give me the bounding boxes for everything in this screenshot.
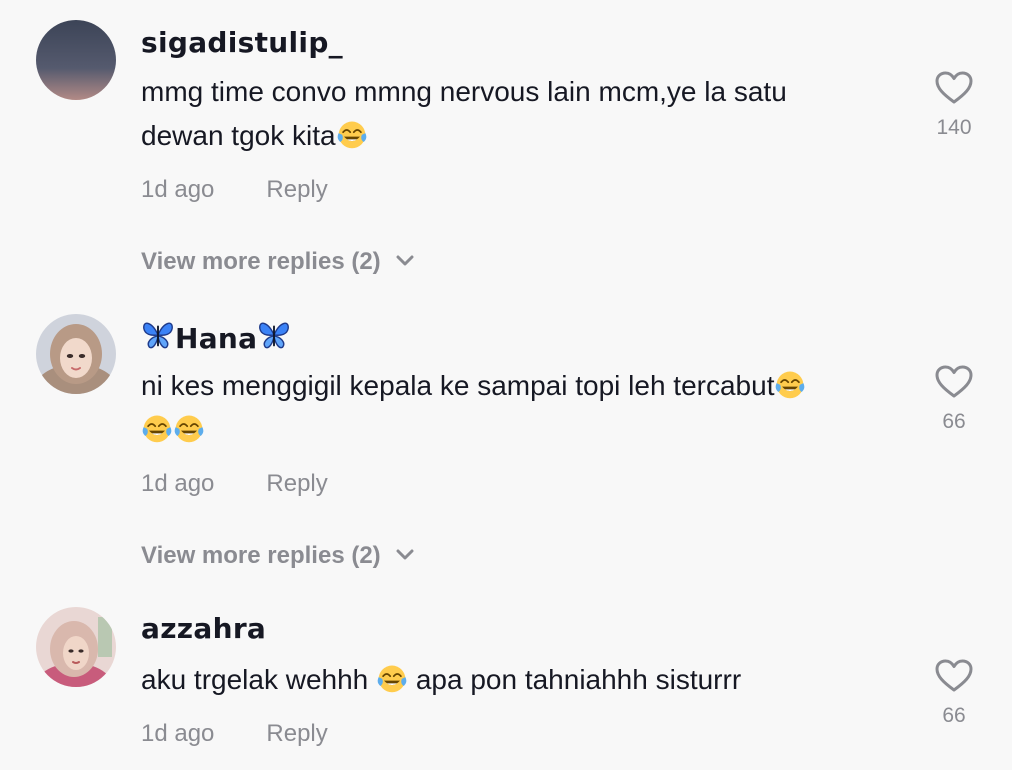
- comment-text-line: aku trgelak wehhh: [141, 664, 377, 695]
- like-button[interactable]: 66: [918, 658, 990, 728]
- like-count: 66: [942, 704, 966, 727]
- like-button[interactable]: 66: [918, 364, 990, 434]
- like-count: 66: [942, 410, 966, 433]
- heart-outline-icon: [934, 70, 974, 106]
- chevron-down-icon: [395, 549, 415, 561]
- comment-text-line: ni kes menggigil kepala ke sampai topi l…: [141, 370, 775, 401]
- comment-meta: 1d ago Reply: [141, 720, 328, 748]
- butterfly-icon: [257, 318, 291, 352]
- username[interactable]: Hana: [141, 318, 291, 355]
- laughing-emoji-icon: [376, 662, 408, 694]
- comment-text: ni kes menggigil kepala ke sampai topi l…: [141, 364, 911, 452]
- view-more-replies-button[interactable]: View more replies (2): [141, 542, 415, 570]
- username-text: Hana: [175, 322, 258, 355]
- username-text: sigadistulip_: [141, 26, 343, 59]
- username[interactable]: sigadistulip_: [141, 26, 343, 59]
- username-text: azzahra: [141, 612, 267, 645]
- laughing-emoji-icon: [774, 368, 806, 400]
- comment-text-line: dewan tgok kita: [141, 120, 336, 151]
- view-more-replies-button[interactable]: View more replies (2): [141, 248, 415, 276]
- comment-meta: 1d ago Reply: [141, 176, 328, 204]
- avatar[interactable]: [36, 607, 116, 687]
- reply-button[interactable]: Reply: [266, 176, 327, 204]
- chevron-down-icon: [395, 255, 415, 267]
- comment-text: aku trgelak wehhh apa pon tahniahhh sist…: [141, 658, 911, 702]
- view-more-label: View more replies (2): [141, 248, 381, 275]
- heart-outline-icon: [934, 364, 974, 400]
- reply-button[interactable]: Reply: [266, 470, 327, 498]
- comment-meta: 1d ago Reply: [141, 470, 328, 498]
- avatar[interactable]: [36, 314, 116, 394]
- heart-outline-icon: [934, 658, 974, 694]
- timestamp: 1d ago: [141, 176, 215, 203]
- username[interactable]: azzahra: [141, 612, 266, 645]
- timestamp: 1d ago: [141, 720, 215, 747]
- like-count: 140: [936, 116, 972, 139]
- laughing-emoji-icon: [173, 412, 205, 444]
- avatar[interactable]: [36, 20, 116, 100]
- reply-button[interactable]: Reply: [266, 720, 327, 748]
- laughing-emoji-icon: [141, 412, 173, 444]
- butterfly-icon: [141, 318, 175, 352]
- comment-text-line: apa pon tahniahhh sisturrr: [408, 664, 742, 695]
- laughing-emoji-icon: [336, 118, 368, 150]
- comment-text: mmg time convo mmng nervous lain mcm,ye …: [141, 70, 911, 158]
- timestamp: 1d ago: [141, 470, 215, 497]
- comment-text-line: mmg time convo mmng nervous lain mcm,ye …: [141, 76, 787, 107]
- view-more-label: View more replies (2): [141, 542, 381, 569]
- like-button[interactable]: 140: [918, 70, 990, 140]
